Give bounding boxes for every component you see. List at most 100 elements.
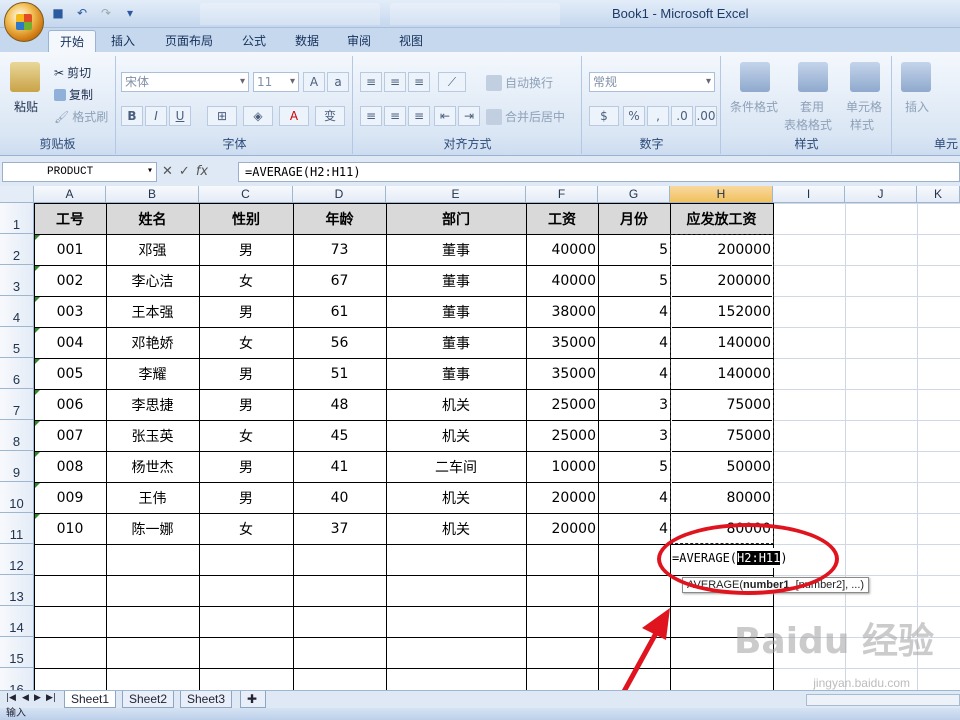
font-name-select[interactable]: 宋体: [121, 72, 249, 92]
table-header-cell[interactable]: 工资: [526, 203, 598, 234]
sheet-tab[interactable]: Sheet2: [122, 691, 175, 708]
table-cell[interactable]: 机关: [386, 482, 526, 513]
formula-input[interactable]: =AVERAGE(H2:H11): [238, 162, 960, 182]
cut-button[interactable]: ✂ 剪切: [54, 64, 91, 81]
table-cell[interactable]: 董事: [386, 265, 526, 296]
row-header[interactable]: 14: [0, 606, 34, 637]
table-cell[interactable]: 王本强: [106, 296, 199, 327]
cancel-icon[interactable]: ✕: [162, 164, 173, 179]
horizontal-scrollbar[interactable]: [806, 694, 960, 706]
tab-insert[interactable]: 插入: [100, 30, 146, 52]
insert-sheet-icon[interactable]: ✚: [240, 691, 266, 708]
table-cell[interactable]: 61: [293, 296, 386, 327]
table-cell[interactable]: 女: [199, 327, 293, 358]
save-icon[interactable]: ■: [50, 5, 66, 21]
table-cell[interactable]: 002: [34, 265, 106, 296]
column-header[interactable]: F: [526, 186, 598, 203]
table-cell[interactable]: 40000: [526, 265, 598, 296]
decrease-indent-button[interactable]: ⇤: [434, 106, 456, 126]
table-cell[interactable]: 邓艳娇: [106, 327, 199, 358]
row-header[interactable]: 10: [0, 482, 34, 513]
column-header[interactable]: K: [917, 186, 960, 203]
font-color-button[interactable]: A: [279, 106, 309, 126]
table-header-cell[interactable]: 性别: [199, 203, 293, 234]
table-cell[interactable]: 董事: [386, 296, 526, 327]
row-header[interactable]: 3: [0, 265, 34, 296]
table-cell[interactable]: 女: [199, 265, 293, 296]
table-header-cell[interactable]: 姓名: [106, 203, 199, 234]
table-cell[interactable]: 73: [293, 234, 386, 265]
table-cell[interactable]: 杨世杰: [106, 451, 199, 482]
table-cell[interactable]: 男: [199, 451, 293, 482]
table-cell[interactable]: 10000: [526, 451, 598, 482]
cell-styles-button[interactable]: 单元格: [846, 98, 882, 115]
tab-page-layout[interactable]: 页面布局: [154, 30, 224, 52]
office-button[interactable]: [4, 2, 44, 42]
redo-icon[interactable]: ↷: [98, 5, 114, 21]
table-cell[interactable]: 李耀: [106, 358, 199, 389]
select-all-corner[interactable]: [0, 186, 34, 203]
font-size-select[interactable]: 11: [253, 72, 299, 92]
table-cell[interactable]: 董事: [386, 358, 526, 389]
align-center-button[interactable]: ≡: [384, 106, 406, 126]
table-cell[interactable]: 35000: [526, 327, 598, 358]
row-header[interactable]: 2: [0, 234, 34, 265]
table-cell[interactable]: 董事: [386, 234, 526, 265]
row-header[interactable]: 6: [0, 358, 34, 389]
table-cell[interactable]: 005: [34, 358, 106, 389]
table-cell[interactable]: 5: [598, 265, 670, 296]
table-cell[interactable]: 010: [34, 513, 106, 544]
table-cell[interactable]: 陈一娜: [106, 513, 199, 544]
table-cell[interactable]: 李心洁: [106, 265, 199, 296]
table-cell[interactable]: 邓强: [106, 234, 199, 265]
row-header[interactable]: 8: [0, 420, 34, 451]
bold-button[interactable]: B: [121, 106, 143, 126]
name-box[interactable]: PRODUCT: [2, 162, 157, 182]
table-cell[interactable]: 51: [293, 358, 386, 389]
column-header[interactable]: D: [293, 186, 386, 203]
table-cell[interactable]: 48: [293, 389, 386, 420]
last-sheet-icon[interactable]: ▶|: [46, 693, 56, 703]
increase-decimal-button[interactable]: .0: [671, 106, 693, 126]
table-cell[interactable]: 35000: [526, 358, 598, 389]
border-button[interactable]: ⊞: [207, 106, 237, 126]
column-header[interactable]: B: [106, 186, 199, 203]
grow-font-button[interactable]: A: [303, 72, 325, 92]
comma-button[interactable]: ,: [647, 106, 669, 126]
table-cell[interactable]: 007: [34, 420, 106, 451]
table-cell[interactable]: 男: [199, 358, 293, 389]
table-format-button[interactable]: 套用: [800, 98, 824, 115]
column-header[interactable]: J: [845, 186, 917, 203]
column-header[interactable]: H: [670, 186, 773, 203]
orientation-button[interactable]: ⟋: [438, 72, 466, 92]
table-cell[interactable]: 3: [598, 420, 670, 451]
align-bottom-button[interactable]: ≡: [408, 72, 430, 92]
row-header[interactable]: 12: [0, 544, 34, 575]
row-header[interactable]: 15: [0, 637, 34, 668]
column-header[interactable]: A: [34, 186, 106, 203]
table-cell[interactable]: 20000: [526, 482, 598, 513]
table-cell[interactable]: 张玉英: [106, 420, 199, 451]
increase-indent-button[interactable]: ⇥: [458, 106, 480, 126]
table-cell[interactable]: 王伟: [106, 482, 199, 513]
enter-icon[interactable]: ✓: [179, 164, 190, 179]
insert-function-icon[interactable]: fx: [196, 164, 208, 179]
underline-button[interactable]: U: [169, 106, 191, 126]
table-cell[interactable]: 25000: [526, 389, 598, 420]
number-format-select[interactable]: 常规: [589, 72, 715, 92]
table-cell[interactable]: 4: [598, 482, 670, 513]
italic-button[interactable]: I: [145, 106, 167, 126]
table-header-cell[interactable]: 年龄: [293, 203, 386, 234]
row-header[interactable]: 16: [0, 668, 34, 690]
phonetic-button[interactable]: 变: [315, 106, 345, 126]
table-cell[interactable]: 二车间: [386, 451, 526, 482]
column-header[interactable]: C: [199, 186, 293, 203]
insert-cells-button[interactable]: 插入: [905, 98, 929, 115]
table-cell[interactable]: 20000: [526, 513, 598, 544]
row-header[interactable]: 13: [0, 575, 34, 606]
merge-center-button[interactable]: 合并后居中: [486, 108, 565, 125]
table-cell[interactable]: 006: [34, 389, 106, 420]
column-header[interactable]: I: [773, 186, 845, 203]
table-cell[interactable]: 008: [34, 451, 106, 482]
row-header[interactable]: 4: [0, 296, 34, 327]
